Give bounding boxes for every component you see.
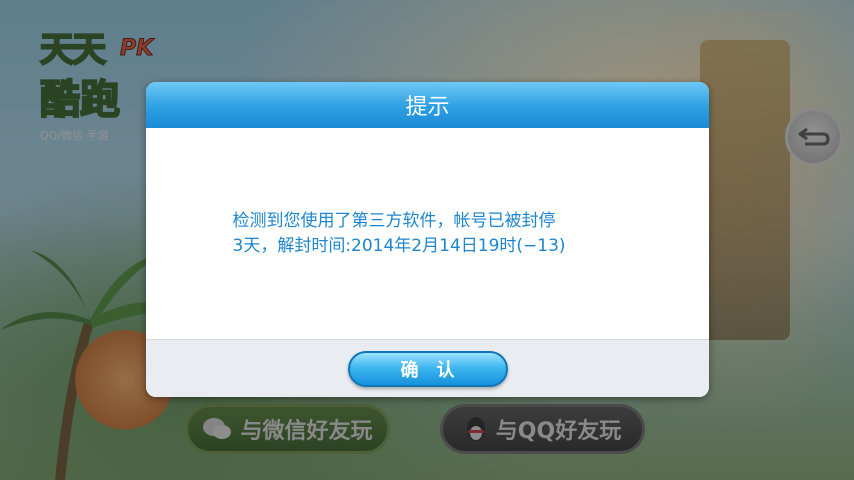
dialog-body: 检测到您使用了第三方软件，帐号已被封停 3天，解封时间:2014年2月14日19…: [146, 128, 709, 339]
dialog-header: 提示: [146, 82, 709, 128]
confirm-button[interactable]: 确认: [347, 351, 508, 387]
alert-dialog: 提示 检测到您使用了第三方软件，帐号已被封停 3天，解封时间:2014年2月14…: [146, 82, 709, 397]
dialog-title: 提示: [405, 95, 450, 120]
dialog-footer: 确认: [146, 339, 709, 397]
dialog-message-line1: 检测到您使用了第三方软件，帐号已被封停: [232, 210, 556, 231]
dialog-message: 检测到您使用了第三方软件，帐号已被封停 3天，解封时间:2014年2月14日19…: [233, 209, 623, 259]
dialog-message-line2: 3天，解封时间:2014年2月14日19时(−13): [232, 235, 566, 256]
